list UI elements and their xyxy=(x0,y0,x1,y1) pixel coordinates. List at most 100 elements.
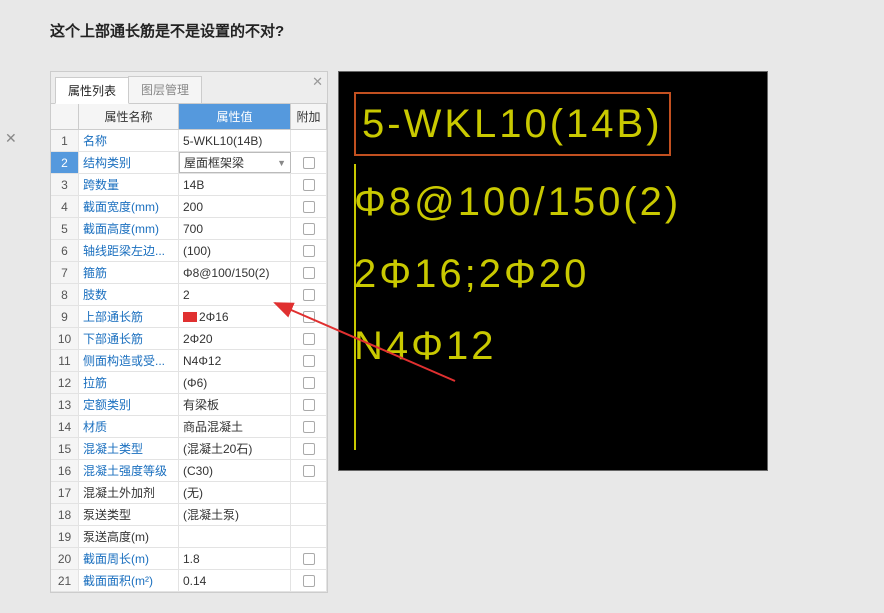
property-name[interactable]: 箍筋 xyxy=(79,262,179,283)
extra-checkbox[interactable] xyxy=(303,355,315,367)
value-text: (无) xyxy=(183,484,203,501)
row-number: 18 xyxy=(51,504,79,525)
property-name[interactable]: 跨数量 xyxy=(79,174,179,195)
property-name[interactable]: 截面周长(m) xyxy=(79,548,179,569)
property-name[interactable]: 下部通长筋 xyxy=(79,328,179,349)
table-row[interactable]: 7箍筋Φ8@100/150(2) xyxy=(51,262,327,284)
property-value[interactable]: (混凝土20石) xyxy=(179,438,291,459)
row-number: 2 xyxy=(51,152,79,173)
table-row[interactable]: 19泵送高度(m) xyxy=(51,526,327,548)
table-row[interactable]: 14材质商品混凝土 xyxy=(51,416,327,438)
extra-checkbox[interactable] xyxy=(303,333,315,345)
extra-checkbox[interactable] xyxy=(303,575,315,587)
property-value[interactable]: 0.14 xyxy=(179,570,291,591)
table-row[interactable]: 18泵送类型(混凝土泵) xyxy=(51,504,327,526)
property-name[interactable]: 泵送高度(m) xyxy=(79,526,179,547)
extra-checkbox[interactable] xyxy=(303,377,315,389)
table-row[interactable]: 4截面宽度(mm)200 xyxy=(51,196,327,218)
tab-properties[interactable]: 属性列表 xyxy=(55,77,129,104)
extra-checkbox[interactable] xyxy=(303,201,315,213)
table-row[interactable]: 15混凝土类型(混凝土20石) xyxy=(51,438,327,460)
value-text: 700 xyxy=(183,222,203,236)
property-name[interactable]: 截面高度(mm) xyxy=(79,218,179,239)
extra-cell xyxy=(291,350,327,371)
property-value[interactable]: (Φ6) xyxy=(179,372,291,393)
property-name[interactable]: 定额类别 xyxy=(79,394,179,415)
extra-cell xyxy=(291,482,327,503)
property-value[interactable]: (100) xyxy=(179,240,291,261)
table-row[interactable]: 9上部通长筋2Φ16 xyxy=(51,306,327,328)
extra-checkbox[interactable] xyxy=(303,157,315,169)
property-value[interactable]: 700 xyxy=(179,218,291,239)
table-row[interactable]: 6轴线距梁左边...(100) xyxy=(51,240,327,262)
extra-checkbox[interactable] xyxy=(303,465,315,477)
property-name[interactable]: 拉筋 xyxy=(79,372,179,393)
chevron-down-icon[interactable]: ▼ xyxy=(277,158,286,168)
property-value[interactable] xyxy=(179,526,291,547)
property-value[interactable]: 14B xyxy=(179,174,291,195)
property-value[interactable]: 2Φ20 xyxy=(179,328,291,349)
value-text: (100) xyxy=(183,244,211,258)
property-value[interactable]: 200 xyxy=(179,196,291,217)
property-name[interactable]: 名称 xyxy=(79,130,179,151)
panel-close-icon[interactable]: ✕ xyxy=(312,74,323,90)
table-row[interactable]: 17混凝土外加剂(无) xyxy=(51,482,327,504)
extra-checkbox[interactable] xyxy=(303,267,315,279)
table-row[interactable]: 11侧面构造或受...N4Φ12 xyxy=(51,350,327,372)
table-row[interactable]: 12拉筋(Φ6) xyxy=(51,372,327,394)
extra-checkbox[interactable] xyxy=(303,443,315,455)
property-name[interactable]: 上部通长筋 xyxy=(79,306,179,327)
property-name[interactable]: 轴线距梁左边... xyxy=(79,240,179,261)
property-name[interactable]: 混凝土强度等级 xyxy=(79,460,179,481)
property-value[interactable]: 5-WKL10(14B) xyxy=(179,130,291,151)
extra-checkbox[interactable] xyxy=(303,421,315,433)
table-row[interactable]: 16混凝土强度等级(C30) xyxy=(51,460,327,482)
extra-checkbox[interactable] xyxy=(303,553,315,565)
property-value[interactable]: (无) xyxy=(179,482,291,503)
table-row[interactable]: 8肢数2 xyxy=(51,284,327,306)
property-value[interactable]: 2Φ16 xyxy=(179,306,291,327)
property-name[interactable]: 肢数 xyxy=(79,284,179,305)
table-row[interactable]: 3跨数量14B xyxy=(51,174,327,196)
table-row[interactable]: 10下部通长筋2Φ20 xyxy=(51,328,327,350)
property-value[interactable]: 商品混凝土 xyxy=(179,416,291,437)
row-number: 20 xyxy=(51,548,79,569)
value-text: 200 xyxy=(183,200,203,214)
table-row[interactable]: 21截面面积(m²)0.14 xyxy=(51,570,327,592)
table-row[interactable]: 20截面周长(m)1.8 xyxy=(51,548,327,570)
table-row[interactable]: 13定额类别有梁板 xyxy=(51,394,327,416)
header-value[interactable]: 属性值 xyxy=(179,104,291,129)
property-value[interactable]: 1.8 xyxy=(179,548,291,569)
property-value[interactable]: N4Φ12 xyxy=(179,350,291,371)
cad-view: 5-WKL10(14B) Φ8@100/150(2) 2Φ16;2Φ20 N4Φ… xyxy=(338,71,768,471)
extra-checkbox[interactable] xyxy=(303,311,315,323)
table-row[interactable]: 1名称5-WKL10(14B) xyxy=(51,130,327,152)
property-name[interactable]: 侧面构造或受... xyxy=(79,350,179,371)
table-row[interactable]: 2结构类别屋面框架梁▼ xyxy=(51,152,327,174)
property-name[interactable]: 混凝土类型 xyxy=(79,438,179,459)
property-value[interactable]: 屋面框架梁▼ xyxy=(179,152,291,173)
row-number: 10 xyxy=(51,328,79,349)
property-name[interactable]: 材质 xyxy=(79,416,179,437)
extra-cell xyxy=(291,372,327,393)
property-name[interactable]: 结构类别 xyxy=(79,152,179,173)
property-name[interactable]: 截面宽度(mm) xyxy=(79,196,179,217)
property-name[interactable]: 截面面积(m²) xyxy=(79,570,179,591)
property-value[interactable]: 2 xyxy=(179,284,291,305)
extra-checkbox[interactable] xyxy=(303,289,315,301)
table-row[interactable]: 5截面高度(mm)700 xyxy=(51,218,327,240)
property-name[interactable]: 混凝土外加剂 xyxy=(79,482,179,503)
value-text: Φ8@100/150(2) xyxy=(183,266,269,280)
close-icon[interactable]: ✕ xyxy=(5,130,17,147)
row-number: 11 xyxy=(51,350,79,371)
tab-layers[interactable]: 图层管理 xyxy=(128,76,202,103)
property-value[interactable]: (混凝土泵) xyxy=(179,504,291,525)
extra-checkbox[interactable] xyxy=(303,245,315,257)
property-value[interactable]: 有梁板 xyxy=(179,394,291,415)
extra-checkbox[interactable] xyxy=(303,179,315,191)
property-value[interactable]: (C30) xyxy=(179,460,291,481)
property-name[interactable]: 泵送类型 xyxy=(79,504,179,525)
extra-checkbox[interactable] xyxy=(303,399,315,411)
property-value[interactable]: Φ8@100/150(2) xyxy=(179,262,291,283)
extra-checkbox[interactable] xyxy=(303,223,315,235)
